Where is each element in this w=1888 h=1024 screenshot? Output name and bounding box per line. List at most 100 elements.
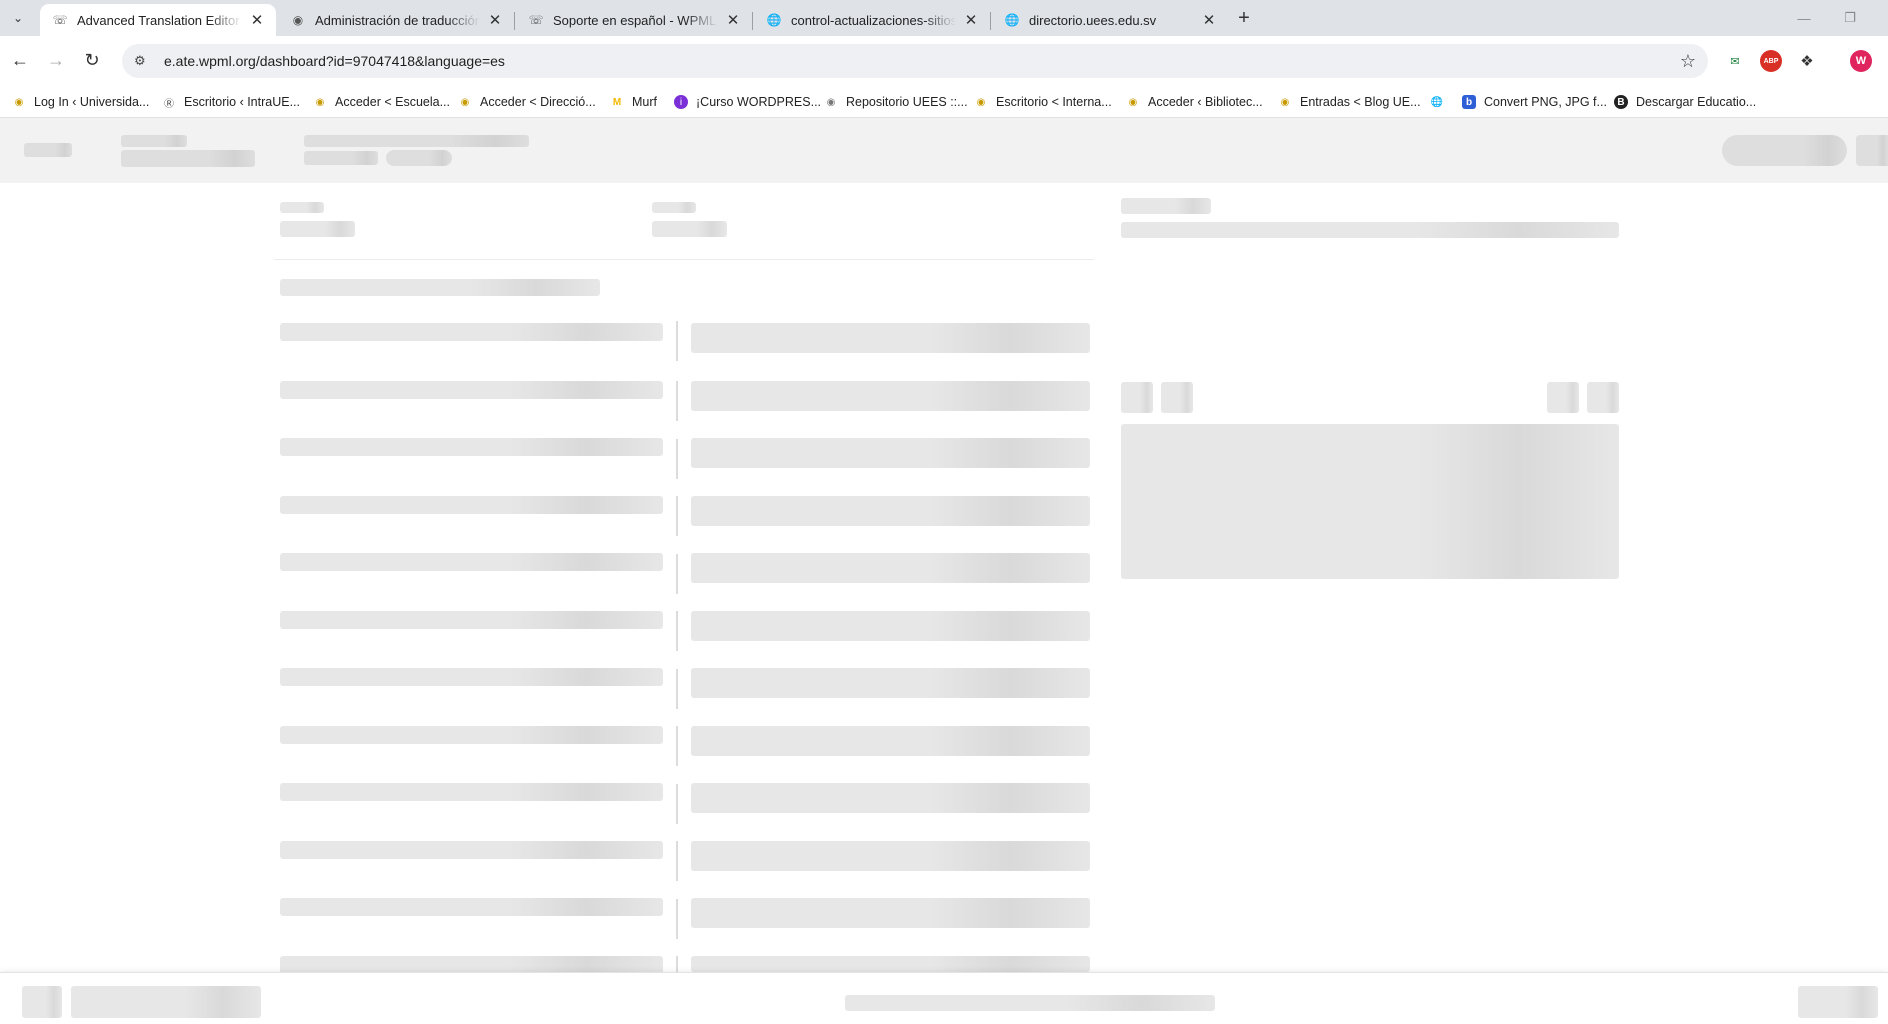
tab-search-chevron-icon[interactable]: ⌄ <box>6 6 30 30</box>
skeleton-footer-button <box>22 986 62 1018</box>
segment-separator <box>676 841 678 881</box>
skeleton-header-meta <box>304 151 378 165</box>
skeleton-source-segment <box>280 726 663 744</box>
new-tab-plus-icon[interactable]: + <box>1232 6 1256 30</box>
skeleton-target-segment[interactable] <box>691 611 1090 641</box>
skeleton-target-segment[interactable] <box>691 726 1090 756</box>
segment-separator <box>676 726 678 766</box>
skeleton-source-segment <box>280 611 663 629</box>
bookmark-item[interactable]: ◉ Acceder < Direcció... <box>458 93 596 111</box>
skeleton-target-segment[interactable] <box>691 496 1090 526</box>
skeleton-panel-button <box>1547 382 1579 413</box>
skeleton-source-segment <box>280 668 663 686</box>
skeleton-panel-subtitle <box>1121 222 1619 238</box>
close-icon[interactable]: ✕ <box>1200 11 1218 29</box>
skeleton-header-label <box>121 135 187 147</box>
translation-editor-page <box>0 118 1888 1024</box>
skeleton-source-segment <box>280 898 663 916</box>
bookmark-item[interactable]: M Murf <box>610 93 657 111</box>
tab-administracion-traduccion[interactable]: ◉ Administración de traducción ✕ <box>278 4 514 36</box>
editor-footer-skeleton <box>0 972 1888 1024</box>
extension-mail-icon[interactable]: ✉ <box>1724 50 1746 72</box>
tab-separator <box>990 12 991 30</box>
skeleton-header-value <box>121 150 255 167</box>
bookmark-item[interactable]: B Descargar Educatio... <box>1614 93 1756 111</box>
tab-title: Administración de traducción <box>315 12 480 28</box>
site-settings-icon[interactable]: ⚙ <box>134 53 154 69</box>
tab-advanced-translation-editor[interactable]: ☏ Advanced Translation Editor - ✕ <box>40 4 276 36</box>
globe-icon: 🌐 <box>766 13 782 27</box>
bookmark-label: Convert PNG, JPG f... <box>1484 95 1607 109</box>
site-logo-icon: ◉ <box>1280 96 1290 108</box>
headset-icon: ☏ <box>528 13 544 27</box>
adblock-icon[interactable]: ABP <box>1760 50 1782 72</box>
close-icon[interactable]: ✕ <box>248 11 266 29</box>
skeleton-target-segment[interactable] <box>691 323 1090 353</box>
tab-title: directorio.uees.edu.sv <box>1029 12 1157 28</box>
bookmark-label: Descargar Educatio... <box>1636 95 1757 109</box>
tab-title: Soporte en español - WPML <box>553 12 717 28</box>
skeleton-target-segment[interactable] <box>691 841 1090 871</box>
skeleton-target-segment[interactable] <box>691 553 1090 583</box>
close-icon[interactable]: ✕ <box>724 11 742 29</box>
convert-icon: b <box>1462 95 1476 109</box>
bookmark-item[interactable]: Ⓡ Escritorio ‹ IntraUE... <box>162 93 300 111</box>
site-logo-icon: ◉ <box>292 13 304 27</box>
segment-separator <box>676 321 678 361</box>
tab-soporte-wpml[interactable]: ☏ Soporte en español - WPML ✕ <box>516 4 752 36</box>
skeleton-target-segment[interactable] <box>691 783 1090 813</box>
bookmark-label: Acceder < Direcció... <box>480 95 596 109</box>
site-logo-icon: ◉ <box>14 96 24 108</box>
section-divider <box>274 259 1094 260</box>
bookmark-item[interactable]: ◉ Acceder ‹ Bibliotec... <box>1126 93 1263 111</box>
skeleton-target-segment[interactable] <box>691 668 1090 698</box>
extensions-puzzle-icon[interactable]: ❖ <box>1796 50 1818 72</box>
site-logo-icon: ◉ <box>460 96 470 108</box>
bookmark-item[interactable]: ◉ Entradas < Blog UE... <box>1278 93 1421 111</box>
tab-separator <box>514 12 515 30</box>
close-icon[interactable]: ✕ <box>962 11 980 29</box>
tab-directorio-uees[interactable]: 🌐 directorio.uees.edu.sv ✕ <box>992 4 1228 36</box>
bookmark-star-icon[interactable]: ☆ <box>1680 51 1696 72</box>
skeleton-source-segment <box>280 438 663 456</box>
bookmark-item[interactable]: ◉ Log In ‹ Universida... <box>12 93 150 111</box>
segment-separator <box>676 611 678 651</box>
skeleton-section-title <box>280 279 600 296</box>
skeleton-label <box>652 202 696 213</box>
globe-icon: 🌐 <box>1004 13 1020 27</box>
tab-strip: ⌄ ☏ Advanced Translation Editor - ✕ ◉ Ad… <box>0 0 1888 36</box>
minimize-icon[interactable]: — <box>1792 6 1816 30</box>
bookmark-item[interactable]: i ¡Curso WORDPRES... <box>674 93 821 111</box>
skeleton-target-segment[interactable] <box>691 956 1090 972</box>
bookmark-label: Acceder ‹ Bibliotec... <box>1148 95 1263 109</box>
address-bar[interactable]: ⚙ e.ate.wpml.org/dashboard?id=97047418&l… <box>122 44 1708 78</box>
bookmark-label: Log In ‹ Universida... <box>34 95 150 109</box>
tab-control-actualizaciones[interactable]: 🌐 control-actualizaciones-sitios ✕ <box>754 4 990 36</box>
bookmark-label: Escritorio ‹ IntraUE... <box>184 95 300 109</box>
skeleton-value <box>652 221 727 237</box>
skeleton-target-segment[interactable] <box>691 381 1090 411</box>
bookmark-item[interactable]: ◉ Acceder < Escuela... <box>313 93 450 111</box>
skeleton-value <box>280 221 355 237</box>
bookmark-label: Repositorio UEES ::... <box>846 95 968 109</box>
restore-icon[interactable]: ❐ <box>1838 6 1862 30</box>
bookmark-item[interactable]: ◉ Repositorio UEES ::... <box>824 93 968 111</box>
bookmark-item[interactable]: 🌐 <box>1430 93 1444 111</box>
close-icon[interactable]: ✕ <box>486 11 504 29</box>
segment-separator <box>676 956 678 972</box>
skeleton-target-segment[interactable] <box>691 438 1090 468</box>
skeleton-target-segment[interactable] <box>691 898 1090 928</box>
bookmark-item[interactable]: ◉ Escritorio < Interna... <box>974 93 1112 111</box>
bookmark-item[interactable]: b Convert PNG, JPG f... <box>1462 93 1607 111</box>
skeleton-source-segment <box>280 783 663 801</box>
skeleton-logo <box>24 143 72 157</box>
skeleton-label <box>280 202 324 213</box>
bookmark-label: Acceder < Escuela... <box>335 95 450 109</box>
site-logo-icon: ◉ <box>826 96 836 108</box>
back-arrow-icon[interactable]: ← <box>6 46 34 74</box>
forward-arrow-icon[interactable]: → <box>42 46 70 74</box>
segment-separator <box>676 669 678 709</box>
bookmarks-bar: ◉ Log In ‹ Universida... Ⓡ Escritorio ‹ In… <box>0 86 1888 118</box>
profile-avatar[interactable]: W <box>1850 50 1872 72</box>
reload-icon[interactable]: ↻ <box>78 46 106 74</box>
